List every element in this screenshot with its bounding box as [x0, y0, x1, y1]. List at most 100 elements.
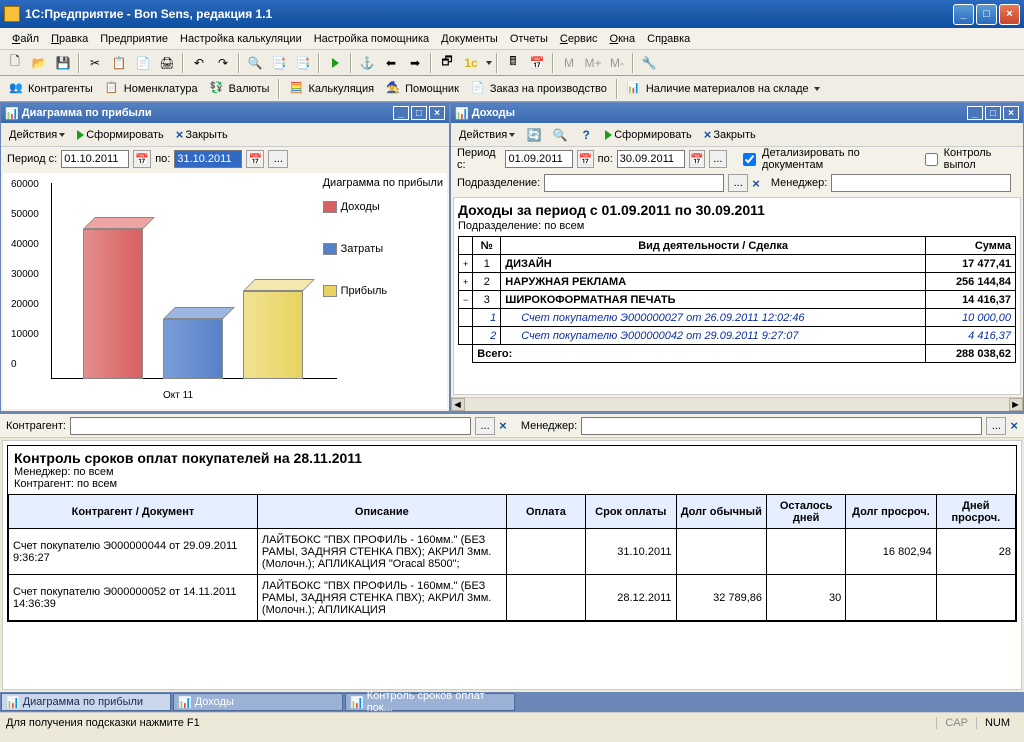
calendar-to-button[interactable]: 📅 [246, 150, 264, 168]
task-income[interactable]: 📊 Доходы [173, 693, 343, 711]
menu-file[interactable]: Файл [6, 30, 45, 48]
pane-title: Диаграмма по прибыли [22, 107, 391, 119]
subdivision-select-button[interactable]: ... [728, 174, 748, 192]
print-icon[interactable]: 🖨 [156, 52, 178, 74]
anchor-icon[interactable]: ⚓ [356, 52, 378, 74]
pane-close-button[interactable]: × [1003, 106, 1019, 120]
cut-icon[interactable]: ✂ [84, 52, 106, 74]
manager-input[interactable] [581, 417, 982, 435]
date-to-input[interactable] [617, 150, 685, 168]
nav1-icon[interactable]: ⬅ [380, 52, 402, 74]
manager-input[interactable] [831, 174, 1011, 192]
nav2-icon[interactable]: ➡ [404, 52, 426, 74]
copy-icon[interactable]: 📋 [108, 52, 130, 74]
contragent-select-button[interactable]: ... [475, 417, 495, 435]
menu-assistant-settings[interactable]: Настройка помощника [308, 30, 435, 48]
calendar-icon[interactable]: 📅 [526, 52, 548, 74]
manager-select-button[interactable]: ... [986, 417, 1006, 435]
find-icon[interactable]: 🔍 [244, 52, 266, 74]
m-icon[interactable]: M [558, 52, 580, 74]
period-dialog-button[interactable]: ... [268, 150, 288, 168]
table-row[interactable]: + 2 НАРУЖНАЯ РЕКЛАМА 256 144,84 [459, 273, 1016, 291]
date-to-input[interactable] [174, 150, 242, 168]
menu-calc-settings[interactable]: Настройка калькуляции [174, 30, 308, 48]
menu-documents[interactable]: Документы [435, 30, 504, 48]
contragent-input[interactable] [70, 417, 471, 435]
minimize-button[interactable]: _ [953, 4, 974, 25]
pane-min-button[interactable]: _ [967, 106, 983, 120]
shortcut-currencies[interactable]: 💱Валюты [205, 78, 275, 100]
pane-close-button[interactable]: × [429, 106, 445, 120]
doc2-icon[interactable]: 📑 [292, 52, 314, 74]
form-button[interactable]: Сформировать [601, 127, 696, 143]
calendar-button[interactable]: 📅 [577, 150, 593, 168]
undo-icon[interactable]: ↶ [188, 52, 210, 74]
income-table: № Вид деятельности / Сделка Сумма + 1 ДИ… [458, 236, 1016, 363]
pane-max-button[interactable]: □ [411, 106, 427, 120]
date-from-input[interactable] [505, 150, 573, 168]
redo-icon[interactable]: ↷ [212, 52, 234, 74]
calendar-from-button[interactable]: 📅 [133, 150, 151, 168]
menu-windows[interactable]: Окна [604, 30, 642, 48]
save-icon[interactable]: 💾 [52, 52, 74, 74]
tools-icon[interactable]: 🔧 [638, 52, 660, 74]
actions-dropdown[interactable]: Действия [5, 127, 69, 143]
task-diagram[interactable]: 📊 Диаграмма по прибыли [1, 693, 171, 711]
close-action[interactable]: ×Закрыть [700, 125, 760, 144]
close-action[interactable]: ×Закрыть [172, 125, 232, 144]
calendar-button[interactable]: 📅 [689, 150, 705, 168]
expand-icon[interactable]: + [459, 255, 473, 273]
1c-icon[interactable]: 1c [460, 52, 482, 74]
doc1-icon[interactable]: 📑 [268, 52, 290, 74]
paste-icon[interactable]: 📄 [132, 52, 154, 74]
expand-icon[interactable]: − [459, 291, 473, 309]
table-row[interactable]: + 1 ДИЗАЙН 17 477,41 [459, 255, 1016, 273]
actions-dropdown[interactable]: Действия [455, 127, 519, 143]
pane-max-button[interactable]: □ [985, 106, 1001, 120]
clear-icon[interactable]: × [1010, 418, 1018, 433]
expand-icon[interactable] [459, 309, 473, 327]
menu-reports[interactable]: Отчеты [504, 30, 554, 48]
m-plus-icon[interactable]: M+ [582, 52, 604, 74]
shortcut-order[interactable]: 📄Заказ на производство [466, 78, 612, 100]
menu-edit[interactable]: Правка [45, 30, 94, 48]
period-dialog-button[interactable]: ... [709, 150, 727, 168]
shortcut-assistant[interactable]: 🧙Помощник [381, 78, 464, 100]
pane-min-button[interactable]: _ [393, 106, 409, 120]
table-row[interactable]: Счет покупателю Э000000052 от 14.11.2011… [9, 575, 1016, 621]
task-control[interactable]: 📊 Контроль сроков оплат пок... [345, 693, 515, 711]
open-icon[interactable]: 📂 [28, 52, 50, 74]
shortcut-calculation[interactable]: 🧮Калькуляция [284, 78, 379, 100]
help-icon[interactable]: ? [575, 124, 597, 146]
menu-service[interactable]: Сервис [554, 30, 604, 48]
clear-icon[interactable]: × [752, 176, 760, 191]
table-row[interactable]: 2 Счет покупателю Э000000042 от 29.09.20… [459, 327, 1016, 345]
subdivision-input[interactable] [544, 174, 724, 192]
date-from-input[interactable] [61, 150, 129, 168]
m-minus-icon[interactable]: M- [606, 52, 628, 74]
menu-enterprise[interactable]: Предприятие [94, 30, 174, 48]
close-button[interactable]: × [999, 4, 1020, 25]
table-row[interactable]: − 3 ШИРОКОФОРМАТНАЯ ПЕЧАТЬ 14 416,37 [459, 291, 1016, 309]
play-icon[interactable] [324, 52, 346, 74]
filter-icon[interactable]: 🔍 [549, 124, 571, 146]
shortcut-contragents[interactable]: 👥Контрагенты [4, 78, 98, 100]
calc-icon[interactable]: 🖩 [502, 52, 524, 74]
control-checkbox[interactable] [925, 153, 938, 166]
clear-icon[interactable]: × [499, 418, 507, 433]
table-row[interactable]: 1 Счет покупателю Э000000027 от 26.09.20… [459, 309, 1016, 327]
table-row[interactable]: Счет покупателю Э000000044 от 29.09.2011… [9, 529, 1016, 575]
expand-icon[interactable]: + [459, 273, 473, 291]
refresh-icon[interactable]: 🔄 [523, 124, 545, 146]
windows-icon[interactable]: 🗗 [436, 52, 458, 74]
new-icon[interactable]: 🗋 [4, 52, 26, 74]
expand-icon[interactable] [459, 327, 473, 345]
form-button[interactable]: Сформировать [73, 127, 168, 143]
detail-checkbox[interactable] [743, 153, 756, 166]
menu-help[interactable]: Справка [641, 30, 696, 48]
maximize-button[interactable]: □ [976, 4, 997, 25]
shortcut-nomenclature[interactable]: 📋Номенклатура [100, 78, 203, 100]
h-scrollbar[interactable]: ◄► [451, 397, 1023, 411]
shortcut-materials[interactable]: 📊Наличие материалов на складе [622, 78, 825, 100]
diagram-pane: 📊 Диаграмма по прибыли _ □ × Действия Сф… [0, 102, 450, 412]
